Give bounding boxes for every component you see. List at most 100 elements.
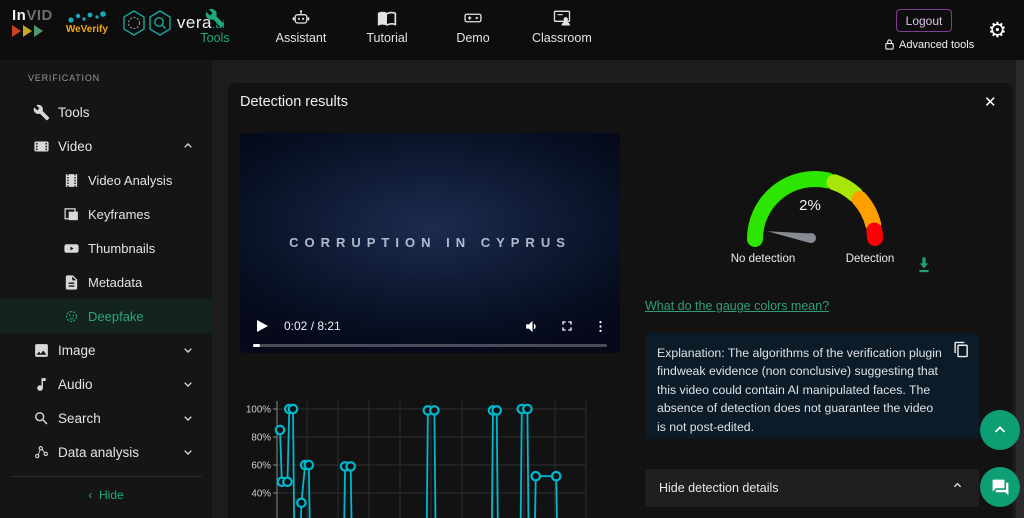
nav-label: Tools bbox=[200, 31, 229, 45]
chevron-up-icon bbox=[180, 138, 196, 154]
sidebar-item-tools[interactable]: Tools bbox=[0, 95, 212, 129]
search-icon bbox=[32, 409, 50, 427]
download-icon[interactable] bbox=[914, 255, 936, 277]
sidebar-item-video[interactable]: Video bbox=[0, 129, 212, 163]
video-player[interactable]: CORRUPTION IN CYPRUS 0:02 / 8:21 bbox=[240, 133, 620, 353]
sidebar-item-label: Metadata bbox=[88, 275, 142, 290]
sidebar-item-label: Data analysis bbox=[58, 445, 139, 460]
sidebar-item-video-analysis[interactable]: Video Analysis bbox=[0, 163, 212, 197]
copy-icon[interactable] bbox=[953, 341, 971, 359]
sidebar-item-metadata[interactable]: Metadata bbox=[0, 265, 212, 299]
chat-button[interactable] bbox=[980, 467, 1020, 507]
hide-detection-details-toggle[interactable]: Hide detection details bbox=[645, 469, 979, 507]
weverify-logo: WeVerify bbox=[65, 10, 109, 35]
svg-text:40%: 40% bbox=[251, 489, 271, 500]
gauge-arc-lightgreen bbox=[835, 182, 856, 194]
sidebar-item-search[interactable]: Search bbox=[0, 401, 212, 435]
video-progress-bar[interactable] bbox=[253, 344, 607, 347]
sidebar-item-label: Video bbox=[58, 139, 92, 154]
chat-icon bbox=[991, 478, 1010, 497]
nav-label: Tutorial bbox=[366, 31, 407, 45]
video-progress-played bbox=[253, 344, 260, 347]
sidebar-item-keyframes[interactable]: Keyframes bbox=[0, 197, 212, 231]
sidebar-item-label: Audio bbox=[58, 377, 93, 392]
play-button[interactable] bbox=[257, 320, 268, 332]
kebab-menu-icon[interactable] bbox=[593, 319, 608, 334]
thumbnails-icon bbox=[62, 239, 80, 257]
video-controls: 0:02 / 8:21 bbox=[240, 315, 620, 337]
video-title-overlay: CORRUPTION IN CYPRUS bbox=[240, 235, 620, 250]
main-content: Detection results ✕ CORRUPTION IN CYPRUS… bbox=[212, 60, 1024, 518]
vera-hexagons-icon bbox=[121, 10, 173, 36]
gauge-value: 2% bbox=[799, 197, 821, 214]
advanced-tools-label: Advanced tools bbox=[899, 39, 974, 51]
chevron-down-icon bbox=[180, 342, 196, 358]
keyframes-icon bbox=[62, 205, 80, 223]
image-icon bbox=[32, 341, 50, 359]
scroll-to-top-button[interactable] bbox=[980, 410, 1020, 450]
sidebar-item-deepfake[interactable]: Deepfake bbox=[0, 299, 212, 333]
hide-detection-details-label: Hide detection details bbox=[659, 481, 779, 495]
nav-item-assistant[interactable]: Assistant bbox=[274, 8, 328, 45]
film-icon bbox=[32, 137, 50, 155]
explanation-box: Explanation: The algorithms of the verif… bbox=[645, 333, 979, 439]
book-icon bbox=[377, 8, 397, 28]
nav-item-demo[interactable]: Demo bbox=[446, 8, 500, 45]
chevron-left-icon: ‹ bbox=[88, 488, 92, 502]
gauge-needle bbox=[767, 230, 817, 243]
main-nav: Tools Assistant Tutorial Demo bbox=[188, 8, 592, 45]
nav-item-classroom[interactable]: Classroom bbox=[532, 8, 592, 45]
sidebar-item-label: Search bbox=[58, 411, 101, 426]
sidebar-item-thumbnails[interactable]: Thumbnails bbox=[0, 231, 212, 265]
close-icon[interactable]: ✕ bbox=[980, 91, 1001, 113]
classroom-icon bbox=[552, 8, 572, 28]
audio-icon bbox=[32, 375, 50, 393]
nav-label: Classroom bbox=[532, 31, 592, 45]
sidebar-item-label: Keyframes bbox=[88, 207, 150, 222]
detection-gauge: 2% bbox=[720, 157, 910, 259]
sidebar-item-label: Thumbnails bbox=[88, 241, 155, 256]
logout-button[interactable]: Logout bbox=[896, 9, 952, 32]
svg-text:60%: 60% bbox=[251, 461, 271, 472]
chevron-down-icon bbox=[180, 410, 196, 426]
detection-timeline-chart: 100%80%60%40% bbox=[242, 393, 618, 518]
gauge-arc-red bbox=[874, 231, 875, 238]
sidebar-item-data-analysis[interactable]: Data analysis bbox=[0, 435, 212, 469]
chevron-down-icon bbox=[180, 444, 196, 460]
sidebar: VERIFICATION Tools Video Video Analysis … bbox=[0, 60, 212, 518]
gauge-right-label: Detection bbox=[841, 253, 899, 265]
svg-text:100%: 100% bbox=[246, 405, 271, 416]
wrench-icon bbox=[205, 8, 225, 28]
remote-icon bbox=[463, 8, 483, 28]
weverify-logo-text: WeVerify bbox=[66, 25, 108, 35]
chevron-down-icon bbox=[180, 376, 196, 392]
invid-logo: InVID bbox=[12, 8, 53, 37]
sidebar-item-audio[interactable]: Audio bbox=[0, 367, 212, 401]
metadata-icon bbox=[62, 273, 80, 291]
deepfake-icon bbox=[62, 307, 80, 325]
nav-item-tutorial[interactable]: Tutorial bbox=[360, 8, 414, 45]
weverify-dots-icon bbox=[65, 10, 109, 24]
chevron-up-icon bbox=[991, 421, 1009, 439]
scrollbar[interactable] bbox=[1016, 60, 1024, 518]
gear-icon[interactable]: ⚙ bbox=[988, 18, 1007, 43]
invid-logo-text: In bbox=[12, 7, 26, 24]
chevron-up-icon bbox=[950, 478, 965, 498]
gauge-colors-link[interactable]: What do the gauge colors mean? bbox=[645, 299, 829, 313]
gauge-left-label: No detection bbox=[728, 253, 798, 265]
sidebar-item-label: Image bbox=[58, 343, 96, 358]
sidebar-item-image[interactable]: Image bbox=[0, 333, 212, 367]
detection-results-panel: Detection results ✕ CORRUPTION IN CYPRUS… bbox=[228, 83, 1013, 518]
sidebar-hide-button[interactable]: ‹ Hide bbox=[0, 488, 212, 502]
data-analysis-icon bbox=[32, 443, 50, 461]
sidebar-item-label: Video Analysis bbox=[88, 173, 172, 188]
video-analysis-icon bbox=[62, 171, 80, 189]
sidebar-item-label: Deepfake bbox=[88, 309, 144, 324]
fullscreen-icon[interactable] bbox=[559, 318, 575, 334]
explanation-text: Explanation: The algorithms of the verif… bbox=[657, 344, 945, 436]
advanced-tools-toggle[interactable]: Advanced tools bbox=[884, 38, 974, 51]
volume-icon[interactable] bbox=[524, 318, 541, 335]
robot-icon bbox=[291, 8, 311, 28]
nav-item-tools[interactable]: Tools bbox=[188, 8, 242, 45]
wrench-icon bbox=[32, 103, 50, 121]
